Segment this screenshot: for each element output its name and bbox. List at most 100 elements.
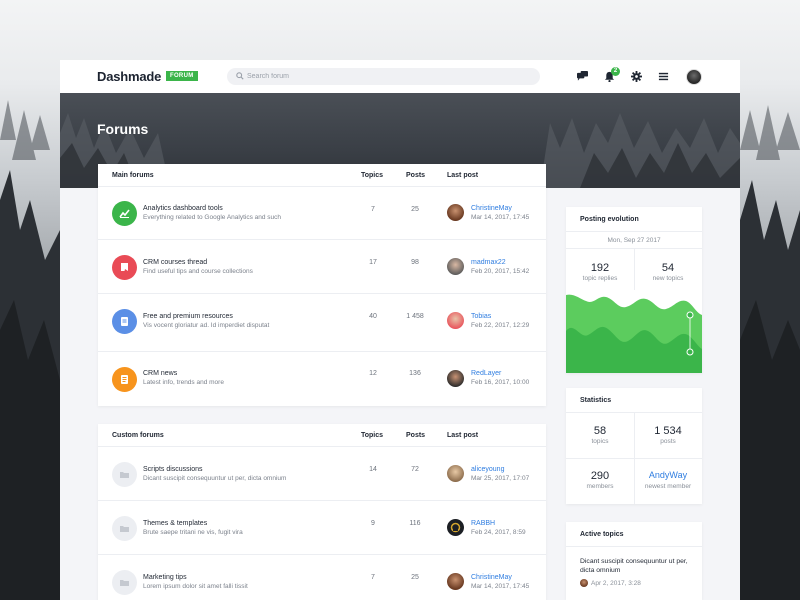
forum-title[interactable]: Scripts discussions [143,466,203,473]
posting-area-chart[interactable] [566,291,702,373]
last-post-user-link[interactable]: ChristineMay [471,574,512,581]
active-topic-link[interactable]: Dicant suscipit consequuntur ut per, dic… [580,557,692,575]
app-window: Dashmade FORUM 2 [60,60,740,600]
forum-row[interactable]: CRM news Latest info, trends and more 12… [98,352,546,406]
last-post-user-link[interactable]: ChristineMay [471,205,512,212]
book-icon [112,255,137,280]
avatar[interactable] [447,312,464,329]
avatar[interactable] [447,519,464,536]
forum-description: Lorem ipsum dolor sit amet falli tissit [143,583,248,590]
settings-gear-icon[interactable] [631,71,642,82]
last-post-date: Feb 16, 2017, 10:00 [471,379,530,386]
divider [566,231,702,232]
topics-count: 9 [371,520,375,527]
active-topic-date: Apr 2, 2017, 3:28 [591,580,641,587]
forum-row[interactable]: Themes & templates Brute saepe tritani n… [98,501,546,555]
forum-description: Latest info, trends and more [143,379,224,386]
topics-count: 14 [369,466,377,473]
topic-replies-value: 192 [590,262,610,274]
chart-point[interactable] [686,348,694,356]
forum-title[interactable]: CRM news [143,370,177,377]
statistics-title: Statistics [580,397,612,404]
custom-forums-header: Custom forums Topics Posts Last post [98,424,546,447]
forum-row[interactable]: Free and premium resources Vis vocent gl… [98,294,546,352]
topics-stat-label: topics [591,438,609,445]
topics-count: 12 [369,370,377,377]
column-forum-title: Main forums [112,172,154,179]
column-last-post: Last post [447,432,479,439]
topics-count: 7 [371,574,375,581]
forum-description: Vis vocent gloriatur ad. Id imperdiet di… [143,322,270,329]
last-post-user-link[interactable]: aliceyoung [471,466,504,473]
newest-member-link[interactable]: AndyWay [634,470,702,480]
last-post-date: Mar 14, 2017, 17:45 [471,583,530,590]
posts-count: 1 458 [406,313,424,320]
last-post-user-link[interactable]: RABBH [471,520,495,527]
topic-replies-label: topic replies [582,275,618,282]
posts-count: 136 [409,370,421,377]
folder-icon [112,462,137,487]
posting-evolution-card: Posting evolution Mon, Sep 27 2017 192 t… [566,207,702,373]
posts-count: 25 [411,574,419,581]
search-input[interactable] [247,68,527,85]
messages-icon[interactable] [577,71,588,82]
forum-badge: FORUM [166,71,198,81]
user-avatar[interactable] [686,69,702,85]
divider [566,546,702,547]
selected-date: Mon, Sep 27 2017 [607,237,661,244]
posts-count: 72 [411,466,419,473]
topics-stat-value: 58 [593,425,607,437]
rabbh-logo-icon [450,522,461,533]
column-posts: Posts [406,172,426,179]
column-topics: Topics [361,172,384,179]
avatar[interactable] [580,579,588,587]
topics-count: 40 [369,313,377,320]
forum-title[interactable]: Free and premium resources [143,313,233,320]
avatar[interactable] [447,258,464,275]
menu-hamburger-icon[interactable] [658,71,669,82]
avatar[interactable] [447,370,464,387]
brand-logo[interactable]: Dashmade [97,69,161,84]
search-bar[interactable] [227,68,540,85]
notification-count-badge: 2 [611,67,620,76]
forum-row[interactable]: Scripts discussions Dicant suscipit cons… [98,447,546,501]
posts-count: 116 [409,520,421,527]
last-post-date: Mar 14, 2017, 17:45 [471,214,530,221]
avatar[interactable] [447,465,464,482]
forum-description: Everything related to Google Analytics a… [143,214,282,221]
forum-title[interactable]: Analytics dashboard tools [143,205,223,212]
avatar[interactable] [447,573,464,590]
last-post-date: Feb 20, 2017, 15:42 [471,268,530,275]
new-topics-label: new topics [652,275,684,282]
last-post-date: Feb 24, 2017, 8:59 [471,529,526,536]
forum-title[interactable]: CRM courses thread [143,259,207,266]
statistics-card: Statistics 58 topics 1 534 posts 290 mem… [566,388,702,504]
last-post-user-link[interactable]: madmax22 [471,259,506,266]
forum-title[interactable]: Themes & templates [143,520,207,527]
forum-description: Find useful tips and course collections [143,268,253,275]
page-title: Forums [97,121,149,137]
chart-point[interactable] [686,311,694,319]
posts-stat-value: 1 534 [654,425,682,437]
column-last-post: Last post [447,172,479,179]
forum-row[interactable]: Marketing tips Lorem ipsum dolor sit ame… [98,555,546,600]
last-post-user-link[interactable]: RedLayer [471,370,501,377]
forum-title[interactable]: Marketing tips [143,574,187,581]
forum-row[interactable]: CRM courses thread Find useful tips and … [98,240,546,294]
column-forum-title: Custom forums [112,432,164,439]
active-topics-card: Active topics Dicant suscipit consequunt… [566,522,702,600]
custom-forums-card: Custom forums Topics Posts Last post Scr… [98,424,546,600]
newest-member-label: newest member [644,483,692,490]
forum-description: Dicant suscipit consequuntur ut per, dic… [143,475,287,482]
avatar[interactable] [447,204,464,221]
last-post-user-link[interactable]: Tobias [471,313,491,320]
topics-count: 17 [369,259,377,266]
topics-count: 7 [371,206,375,213]
column-topics: Topics [361,432,384,439]
members-stat-value: 290 [590,470,610,482]
folder-icon [112,570,137,595]
posts-stat-label: posts [660,438,676,445]
forum-row[interactable]: Analytics dashboard tools Everything rel… [98,187,546,240]
chart-icon [112,201,137,226]
column-posts: Posts [406,432,426,439]
